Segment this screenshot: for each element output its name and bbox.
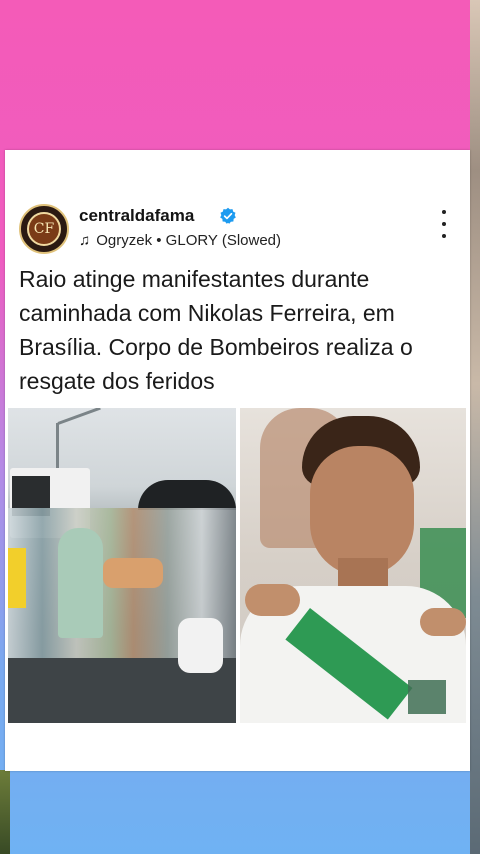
- photo-nikolas-ferreira[interactable]: [240, 408, 466, 723]
- more-dot: [442, 234, 446, 238]
- umbrella: [138, 480, 236, 510]
- post-header: CF centraldafama ♫ Ogryzek • GLORY (Slow…: [19, 202, 459, 256]
- avatar[interactable]: CF: [19, 204, 69, 254]
- post-headline: Raio atinge manifestantes durante caminh…: [19, 266, 413, 394]
- more-vertical-icon[interactable]: [441, 210, 447, 238]
- more-dot: [442, 210, 446, 214]
- face: [310, 446, 414, 576]
- avatar-logo: CF: [27, 212, 61, 246]
- post-card: CF centraldafama ♫ Ogryzek • GLORY (Slow…: [5, 150, 470, 771]
- music-title: Ogryzek • GLORY (Slowed): [96, 232, 282, 249]
- music-line[interactable]: ♫ Ogryzek • GLORY (Slowed): [79, 232, 281, 249]
- hand-right: [420, 608, 466, 636]
- injured-person: [103, 558, 163, 588]
- lamp-arm: [57, 408, 101, 425]
- yellow-shirt: [8, 548, 26, 608]
- background-strip-left: [0, 770, 10, 854]
- hand-left: [245, 584, 300, 616]
- watermark-box: [408, 680, 446, 714]
- verified-badge-icon: [220, 207, 236, 224]
- music-note-icon: ♫: [79, 232, 91, 249]
- poncho-person: [58, 528, 103, 638]
- background-strip-right: [470, 0, 480, 854]
- more-dot: [442, 222, 446, 226]
- username[interactable]: centraldafama: [79, 206, 194, 226]
- sitting-person: [178, 618, 223, 673]
- photo-rescue-scene[interactable]: [8, 408, 236, 723]
